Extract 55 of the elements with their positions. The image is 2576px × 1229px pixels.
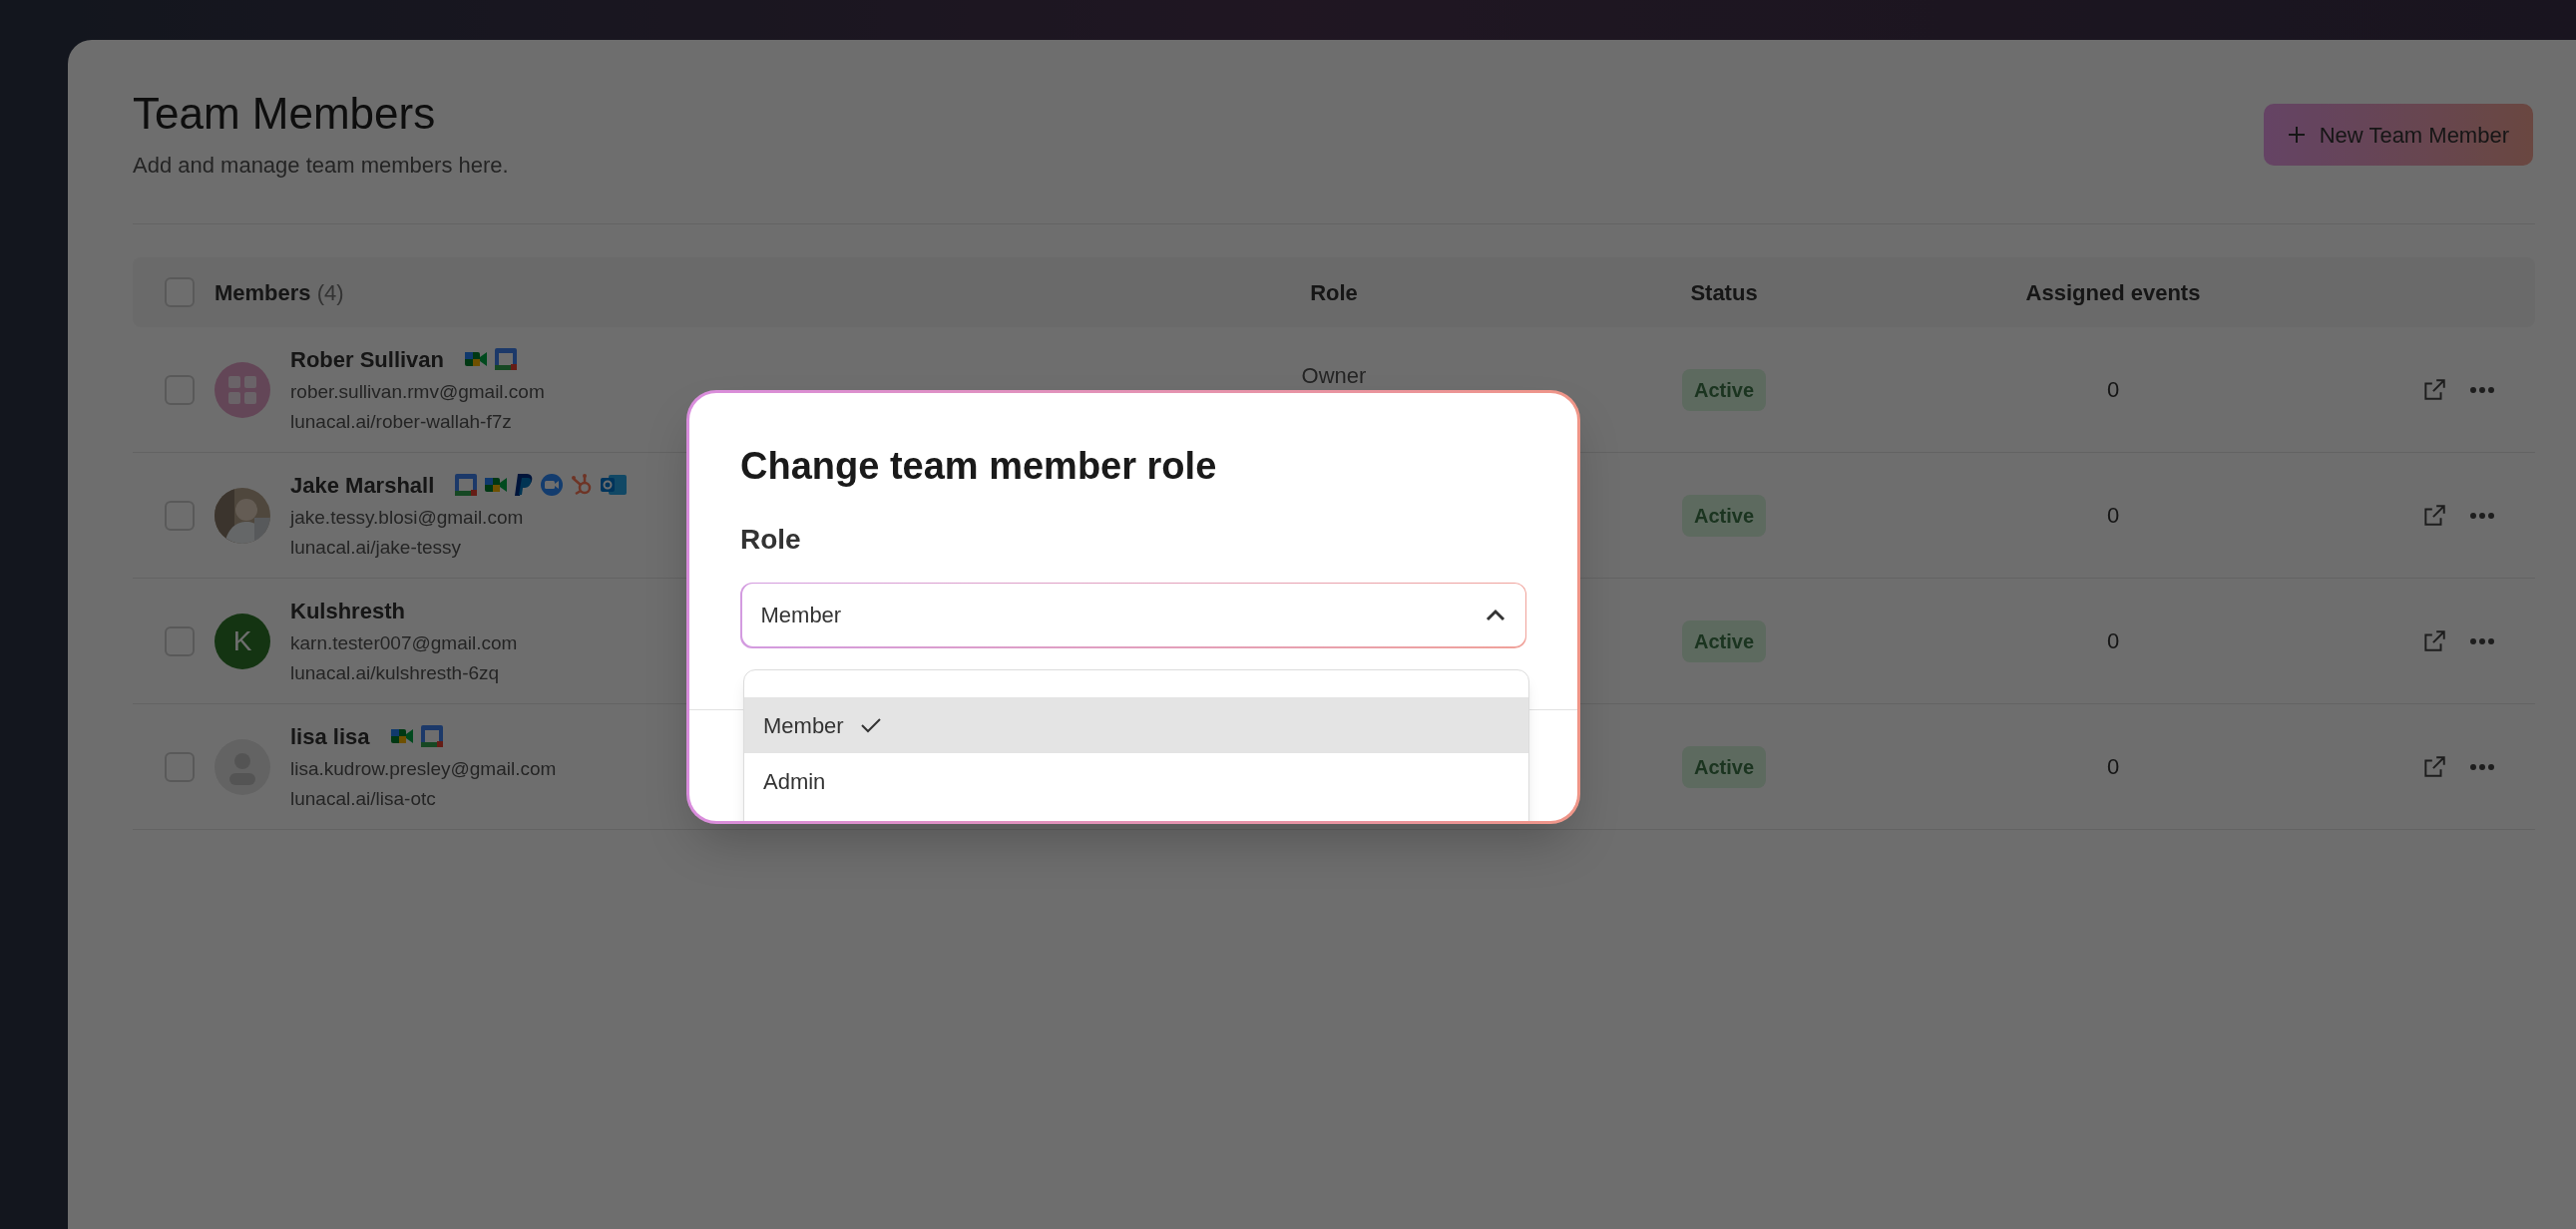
person-icon	[215, 738, 270, 795]
status-badge: Active	[1682, 619, 1766, 662]
calendar-icon	[494, 347, 519, 371]
role-text: Owner	[1301, 363, 1367, 388]
member-email: jake.tessy.blosi@gmail.com	[290, 505, 525, 530]
assigned-count: 0	[2106, 502, 2120, 530]
assigned-count: 0	[2106, 753, 2120, 781]
video-camera-icon	[464, 349, 489, 369]
external-link-icon[interactable]	[2421, 753, 2447, 780]
check-icon	[859, 716, 882, 734]
member-name: Jake Marshall	[290, 471, 435, 500]
field-label: Role	[740, 522, 802, 557]
column-header: Status	[1690, 278, 1758, 307]
role-select[interactable]: Member	[740, 582, 1526, 648]
dropdown-option[interactable]: Member	[744, 697, 1528, 753]
more-icon[interactable]	[2469, 385, 2495, 394]
member-email: rober.sullivan.rmv@gmail.com	[290, 379, 545, 404]
calendar-icon	[419, 724, 444, 748]
more-icon[interactable]	[2469, 636, 2495, 645]
avatar-initial: K	[215, 613, 270, 669]
member-name: Rober Sullivan	[290, 345, 445, 374]
status-badge: Active	[1682, 745, 1766, 788]
column-header: Assigned events	[2025, 278, 2201, 307]
calendar-icon	[454, 473, 479, 497]
member-name: lisa lisa	[290, 722, 370, 751]
page-subtitle: Add and manage team members here.	[133, 152, 509, 180]
video-camera-icon	[389, 726, 414, 746]
more-icon[interactable]	[2469, 511, 2495, 520]
status-badge: Active	[1682, 494, 1766, 537]
mail-icon	[600, 473, 629, 497]
dialog-title: Change team member role	[740, 444, 1218, 489]
new-team-member-button[interactable]: New Team Member	[2263, 104, 2533, 166]
status-badge: Active	[1682, 368, 1766, 411]
member-link[interactable]: lunacal.ai/rober-wallah-f7z	[290, 408, 545, 437]
page-title: Team Members	[133, 88, 437, 140]
member-link[interactable]: lunacal.ai/lisa-otc	[290, 785, 557, 814]
member-name: Kulshresth	[290, 597, 405, 625]
video-camera-icon	[484, 475, 509, 495]
dropdown-option[interactable]: Admin	[744, 753, 1528, 809]
assigned-count: 0	[2106, 627, 2120, 655]
member-email: karn.tester007@gmail.com	[290, 630, 518, 655]
plus-icon	[2287, 126, 2306, 144]
member-link[interactable]: lunacal.ai/kulshresth-6zq	[290, 659, 518, 688]
more-icon[interactable]	[2469, 762, 2495, 771]
external-link-icon[interactable]	[2421, 376, 2447, 403]
external-link-icon[interactable]	[2421, 502, 2447, 529]
chevron-up-icon	[1484, 608, 1506, 622]
external-link-icon[interactable]	[2421, 627, 2447, 654]
avatar-grid-icon	[215, 361, 270, 418]
assigned-count: 0	[2106, 376, 2120, 404]
member-link[interactable]: lunacal.ai/jake-tessy	[290, 534, 629, 563]
paypal-icon	[514, 473, 535, 497]
member-email: lisa.kudrow.presley@gmail.com	[290, 756, 557, 781]
video-call-icon	[540, 473, 565, 497]
column-header: Role	[1310, 278, 1358, 307]
